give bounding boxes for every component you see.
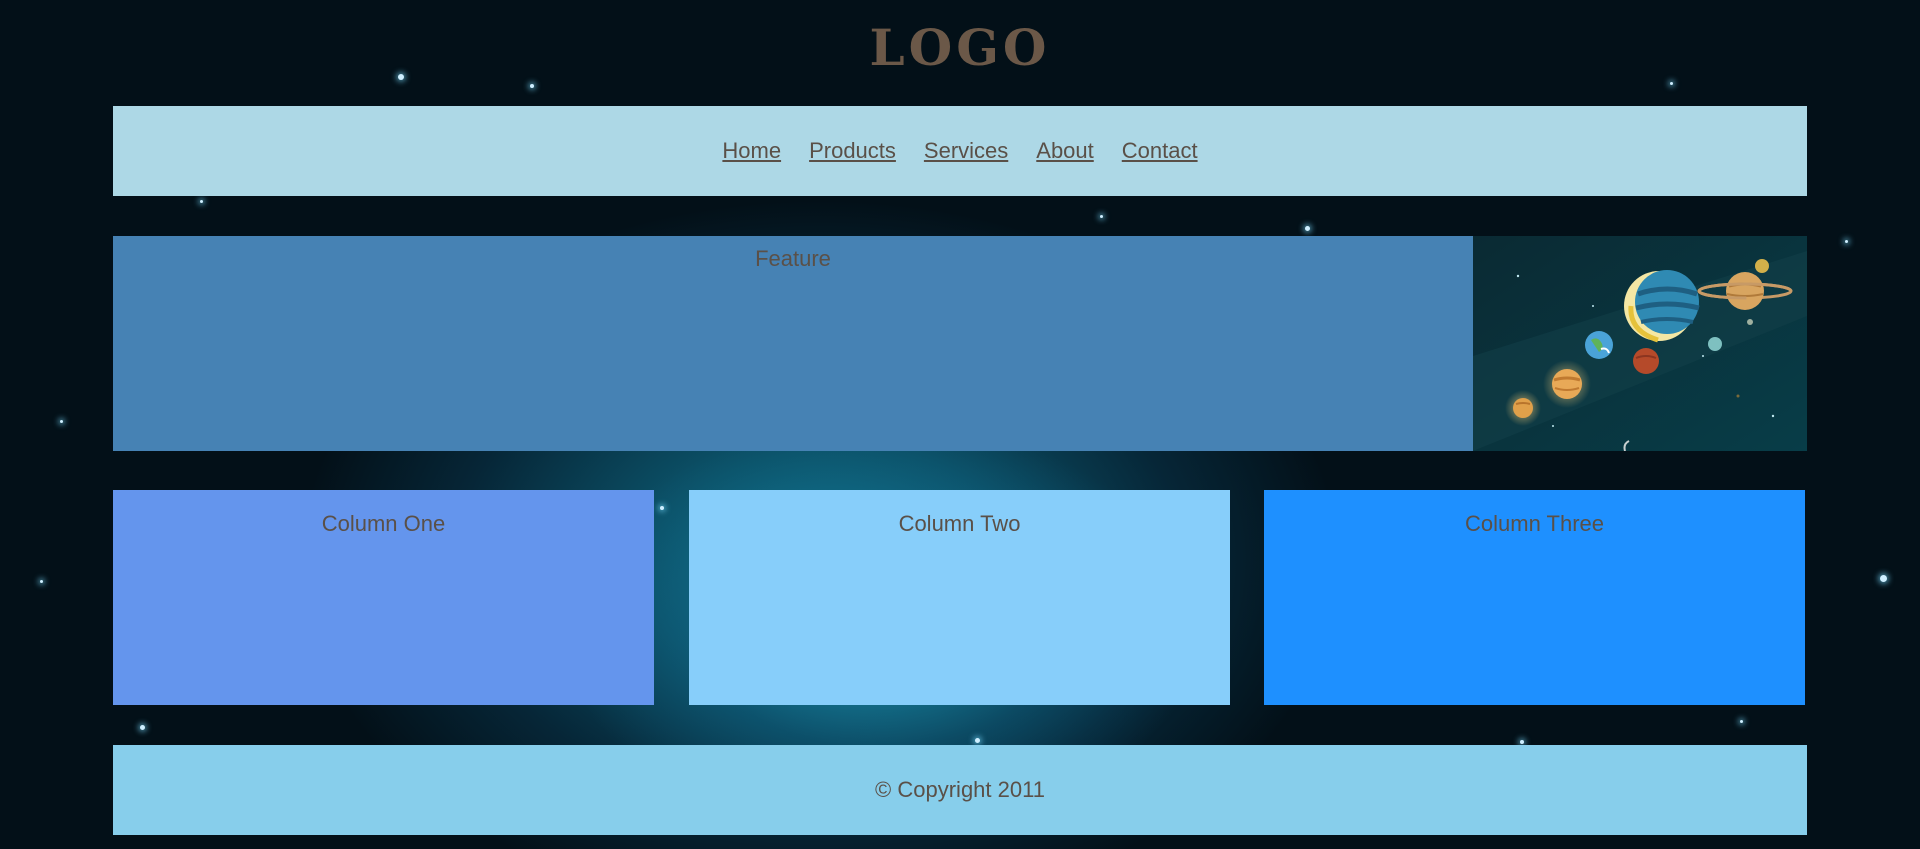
nav-link-products[interactable]: Products (809, 138, 896, 164)
column-one: Column One (113, 490, 654, 705)
column-one-heading: Column One (321, 511, 446, 536)
column-two: Column Two (689, 490, 1230, 705)
copyright-text: © Copyright 2011 (875, 777, 1045, 802)
nav-link-about[interactable]: About (1036, 138, 1094, 164)
column-two-heading: Column Two (898, 511, 1021, 536)
nav-link-home[interactable]: Home (722, 138, 781, 164)
site-footer: © Copyright 2011 (113, 745, 1807, 835)
nav-link-contact[interactable]: Contact (1122, 138, 1198, 164)
column-three-heading: Column Three (1465, 511, 1604, 536)
feature-solar-system-image (1473, 236, 1807, 451)
nav-link-services[interactable]: Services (924, 138, 1008, 164)
feature-panel: Feature (113, 236, 1473, 451)
site-logo[interactable]: LOGO (0, 22, 1920, 74)
main-navigation: Home Products Services About Contact (113, 106, 1807, 196)
column-three: Column Three (1264, 490, 1805, 705)
feature-heading: Feature (755, 246, 831, 271)
